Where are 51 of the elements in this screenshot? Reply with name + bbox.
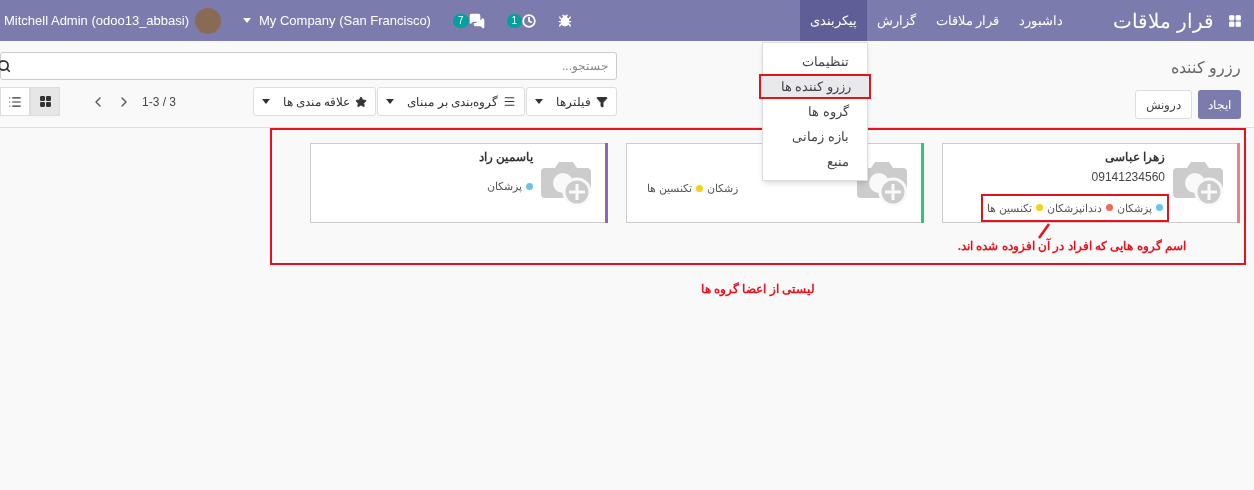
dropdown-item[interactable]: تنظیمات bbox=[763, 49, 867, 74]
caret-icon bbox=[535, 99, 543, 104]
filter-icon bbox=[596, 95, 608, 108]
dropdown-item[interactable]: رزرو کننده ها bbox=[759, 74, 871, 99]
import-button[interactable]: درونش bbox=[1135, 90, 1192, 119]
search-field[interactable]: جستجو... bbox=[0, 52, 617, 80]
list-icon bbox=[8, 94, 22, 109]
view-switch[interactable] bbox=[30, 87, 60, 116]
tag-label: تکنسین ها bbox=[986, 200, 1032, 216]
dropdown-item[interactable]: منبع bbox=[763, 149, 867, 174]
star-icon bbox=[355, 95, 368, 108]
filter-dropdown[interactable]: فیلترها bbox=[526, 87, 617, 116]
clock-icon[interactable] bbox=[522, 13, 537, 28]
contact-name: زهرا عباسی bbox=[1103, 149, 1165, 166]
user-menu[interactable]: Mitchell Admin (odoo13_abbasi) bbox=[4, 7, 221, 34]
menu-tab[interactable]: پیکربندی bbox=[799, 0, 867, 41]
phone-number: 09141234560 bbox=[1090, 169, 1165, 186]
app-title: قرار ملاقات bbox=[1113, 8, 1214, 35]
tag-label: دندانپزشکان bbox=[1047, 200, 1102, 216]
tag-label: پزشکان bbox=[1117, 200, 1152, 216]
company-switcher[interactable]: My Company (San Francisco) bbox=[243, 10, 431, 31]
caret-icon bbox=[386, 99, 395, 104]
create-button[interactable]: ایجاد bbox=[1198, 90, 1241, 119]
menu-icon bbox=[503, 95, 516, 108]
tag-label: پزشکان bbox=[487, 179, 522, 195]
apps-menu-icon[interactable] bbox=[1228, 13, 1242, 28]
tag-label: تکنسین ها bbox=[647, 181, 693, 197]
tag-label: زشکان bbox=[707, 181, 739, 197]
annotation-note: لیستی از اعضا گروه ها bbox=[700, 281, 816, 298]
leader-line bbox=[1036, 222, 1051, 239]
menu-tab[interactable]: داشبورد bbox=[1009, 0, 1074, 41]
filter-dropdown[interactable]: گروه‌بندی بر مبنای bbox=[377, 87, 525, 116]
avatar bbox=[195, 7, 221, 34]
dropdown-item[interactable]: گروه ها bbox=[763, 99, 867, 124]
search-icon bbox=[0, 59, 11, 73]
camera-plus-icon bbox=[1173, 160, 1225, 206]
menu-tab[interactable]: گزارش bbox=[866, 0, 926, 41]
filter-dropdown[interactable]: علاقه مندی ها bbox=[252, 87, 377, 116]
bug-icon[interactable] bbox=[558, 13, 573, 28]
kanban-card[interactable]: یاسمین راد پزشکان bbox=[310, 143, 608, 223]
breadcrumb: رزرو کننده bbox=[1170, 58, 1241, 79]
grid-icon bbox=[38, 95, 52, 108]
caret-icon bbox=[243, 18, 251, 23]
menu-tab[interactable]: قرار ملاقات bbox=[925, 0, 1010, 41]
contact-name: یاسمین راد bbox=[477, 149, 533, 166]
camera-plus-icon bbox=[541, 160, 593, 206]
annotation-note: اسم گروه هایی که افراد در آن افزوده شده اند. bbox=[957, 237, 1186, 255]
chat-icon[interactable] bbox=[468, 12, 485, 29]
pager-value: 1-3 / 3 bbox=[142, 93, 177, 111]
caret-icon bbox=[261, 99, 270, 104]
view-switch[interactable] bbox=[0, 87, 30, 116]
